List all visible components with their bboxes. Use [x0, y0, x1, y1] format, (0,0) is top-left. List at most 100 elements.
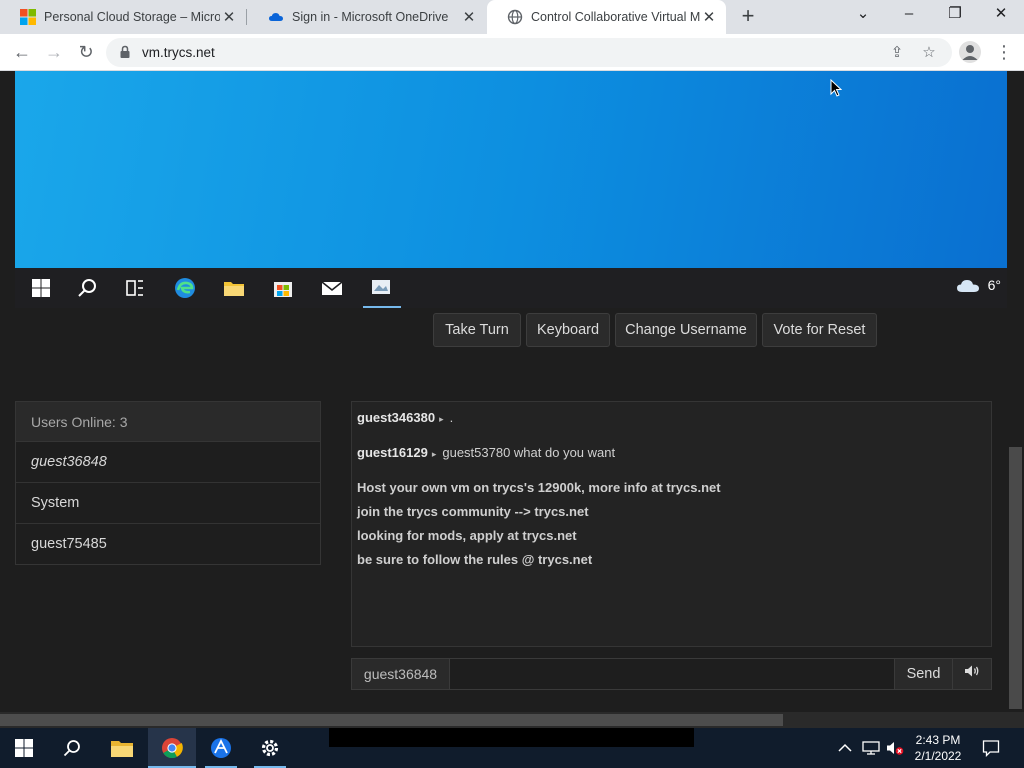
mouse-cursor-icon: [830, 79, 842, 97]
vm-task-view-icon[interactable]: [123, 276, 147, 300]
address-bar[interactable]: vm.trycs.net ⇪ ☆: [106, 38, 952, 67]
volume-muted-icon[interactable]: [886, 728, 904, 768]
system-messages: Host your own vm on trycs's 12900k, more…: [357, 480, 991, 576]
back-arrow-icon[interactable]: ←: [10, 40, 34, 64]
lock-icon[interactable]: [118, 45, 132, 59]
bookmark-star-icon[interactable]: ☆: [919, 43, 939, 63]
user-list-item[interactable]: guest75485: [16, 524, 320, 565]
vm-mail-icon[interactable]: [320, 276, 344, 300]
change-username-button[interactable]: Change Username: [615, 313, 757, 347]
close-tab-icon[interactable]: ✕: [700, 8, 718, 26]
tab-onedrive-sign-in[interactable]: Sign in - Microsoft OneDrive ✕: [248, 0, 486, 34]
onedrive-cloud-icon: [269, 13, 283, 21]
chat-message: guest346380 ▸.: [357, 410, 991, 445]
taskbar-clock[interactable]: 2:43 PM 2/1/2022: [908, 732, 968, 764]
vm-cloud-icon: [956, 280, 979, 292]
vote-for-reset-button[interactable]: Vote for Reset: [762, 313, 877, 347]
horizontal-scrollbar[interactable]: [0, 712, 1024, 728]
chat-arrow-icon: ▸: [431, 449, 437, 459]
chat-message: guest16129 ▸ guest53780 what do you want: [357, 445, 991, 480]
user-list-item[interactable]: guest36848: [16, 442, 320, 483]
new-tab-button[interactable]: +: [737, 4, 759, 30]
url-text[interactable]: vm.trycs.net: [142, 45, 215, 60]
vertical-scrollbar[interactable]: [1007, 71, 1024, 712]
gear-icon: [261, 739, 279, 757]
tab-search-chevron-icon[interactable]: ⌄: [840, 0, 886, 30]
tab-title: Sign in - Microsoft OneDrive: [292, 10, 449, 24]
chat-username-label: guest36848: [352, 659, 450, 689]
browser-menu-icon[interactable]: ⋮: [995, 42, 1013, 64]
network-icon[interactable]: [862, 728, 880, 768]
close-tab-icon[interactable]: ✕: [220, 8, 238, 26]
chat-message-user: guest16129: [357, 445, 428, 460]
search-icon: [63, 740, 80, 757]
chat-message-text: guest53780 what do you want: [442, 445, 616, 460]
restore-window-icon[interactable]: ❐: [932, 0, 978, 30]
microsoft-logo-icon: [20, 9, 36, 25]
vm-edge-icon[interactable]: [173, 276, 197, 300]
windows-taskbar: 2:43 PM 2/1/2022: [0, 728, 1024, 768]
chat-message-text: .: [449, 410, 454, 425]
users-online-panel: Users Online: 3 guest36848 System guest7…: [15, 401, 321, 565]
notification-center-icon[interactable]: [982, 728, 1000, 768]
globe-icon: [507, 9, 523, 25]
page-content: 6° Take Turn Keyboard Change Username Vo…: [0, 71, 1024, 712]
show-hidden-icons-chevron[interactable]: [838, 728, 852, 768]
vm-file-explorer-icon[interactable]: [222, 276, 246, 300]
close-window-icon[interactable]: ✕: [978, 0, 1024, 30]
volume-button[interactable]: [952, 659, 991, 689]
app-compass-icon: [211, 738, 231, 758]
chat-input[interactable]: [451, 659, 894, 689]
folder-icon: [111, 741, 133, 757]
clock-date: 2/1/2022: [914, 749, 962, 763]
browser-toolbar: ← → ↻ vm.trycs.net ⇪ ☆: [0, 34, 1024, 71]
vertical-scrollbar-thumb[interactable]: [1009, 447, 1022, 709]
browser-tab-strip: Personal Cloud Storage – Microsoft ✕ Sig…: [0, 0, 1024, 34]
vm-search-icon[interactable]: [76, 276, 100, 300]
taskbar-settings[interactable]: [246, 728, 294, 768]
horizontal-scrollbar-thumb[interactable]: [0, 714, 783, 726]
vm-active-app-indicator: [363, 306, 401, 308]
system-message: looking for mods, apply at trycs.net: [357, 528, 577, 543]
vm-paint-icon[interactable]: [369, 276, 393, 300]
taskbar-file-explorer[interactable]: [98, 728, 146, 768]
vm-taskbar[interactable]: 6°: [15, 268, 1007, 308]
vm-weather-widget[interactable]: 6°: [956, 277, 1001, 293]
tab-collaborative-vm[interactable]: Control Collaborative Virtual Machine ✕: [487, 0, 726, 34]
tab-title: Personal Cloud Storage – Microsoft: [44, 10, 220, 24]
vm-store-icon[interactable]: [271, 276, 295, 300]
profile-avatar-icon[interactable]: [959, 41, 981, 63]
windows-logo-icon: [15, 739, 33, 757]
chrome-icon: [162, 738, 183, 759]
chat-input-row: guest36848 Send: [351, 658, 992, 690]
keyboard-button[interactable]: Keyboard: [526, 313, 610, 347]
chat-log[interactable]: guest346380 ▸. guest16129 ▸ guest53780 what…: [351, 401, 992, 647]
taskbar-app-blue[interactable]: [197, 728, 245, 768]
take-turn-button[interactable]: Take Turn: [433, 313, 521, 347]
vm-start-icon[interactable]: [29, 276, 53, 300]
start-button[interactable]: [0, 728, 48, 768]
tab-personal-cloud-storage[interactable]: Personal Cloud Storage – Microsoft ✕: [0, 0, 246, 34]
vm-weather-temp: 6°: [987, 277, 1001, 293]
forward-arrow-icon[interactable]: →: [42, 40, 66, 64]
taskbar-search-button[interactable]: [48, 728, 96, 768]
chat-message-user: guest346380: [357, 410, 436, 425]
chat-arrow-icon: ▸: [439, 414, 444, 424]
minimize-window-icon[interactable]: –: [886, 0, 932, 30]
send-button[interactable]: Send: [894, 659, 952, 689]
speaker-icon: [965, 665, 979, 677]
users-online-header: Users Online: 3: [16, 402, 320, 442]
clock-time: 2:43 PM: [915, 733, 961, 747]
taskbar-chrome[interactable]: [148, 728, 196, 768]
share-icon[interactable]: ⇪: [887, 43, 907, 63]
tab-separator: [246, 9, 247, 25]
redacted-area: [329, 728, 694, 747]
system-message: be sure to follow the rules @ trycs.net: [357, 552, 593, 567]
chevron-up-icon: [838, 743, 852, 752]
user-list-item[interactable]: System: [16, 483, 320, 524]
tab-title: Control Collaborative Virtual Machine: [531, 10, 700, 24]
system-message: Host your own vm on trycs's 12900k, more…: [357, 480, 721, 495]
system-message: join the trycs community --> trycs.net: [357, 504, 589, 519]
close-tab-icon[interactable]: ✕: [460, 8, 478, 26]
reload-icon[interactable]: ↻: [74, 40, 98, 64]
